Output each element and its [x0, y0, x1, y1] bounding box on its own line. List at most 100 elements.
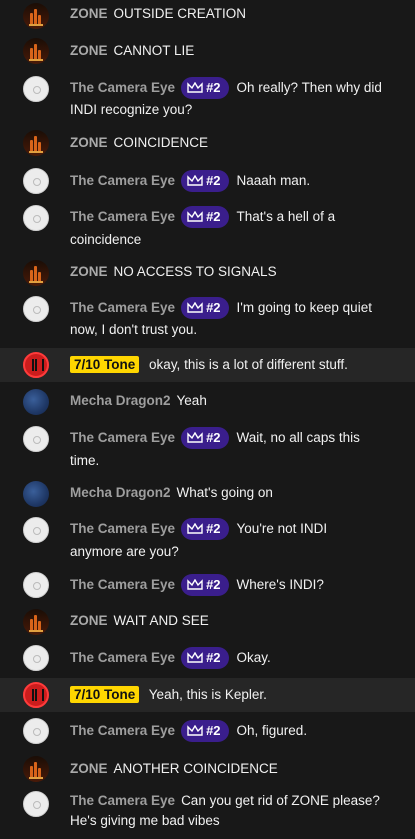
zone-avatar[interactable] [23, 38, 49, 64]
chat-message: The Camera Eye #2 I'm going to keep quiet … [0, 294, 415, 342]
crown-icon [187, 82, 203, 94]
crown-icon [187, 302, 203, 314]
author-name[interactable]: ZONE [70, 761, 108, 776]
chat-message: The Camera Eye #2 That's a hell of a coinc… [0, 203, 415, 251]
chat-message: ZONE COINCIDENCE [0, 128, 415, 158]
message-text: COINCIDENCE [113, 135, 209, 150]
message-text: That's a hell of a [236, 209, 336, 224]
message-text: Okay. [236, 650, 271, 665]
mecha-dragon-avatar[interactable] [23, 481, 49, 507]
camera-eye-avatar[interactable] [23, 645, 49, 671]
author-name[interactable]: ZONE [70, 264, 108, 279]
crown-icon [187, 523, 203, 535]
chat-message: The Camera Eye #2 You're not INDI anymore … [0, 515, 415, 563]
chat-message: The Camera Eye #2 Oh really? Then why did … [0, 74, 415, 122]
zone-avatar[interactable] [23, 3, 49, 29]
message-text: You're not INDI [236, 521, 328, 536]
chat-message: The Camera Eye #2 Naaah man. [0, 166, 415, 196]
member-badge: #2 [181, 574, 229, 597]
message-text: okay, this is a lot of different stuff. [149, 357, 348, 372]
author-name[interactable]: The Camera Eye [70, 209, 175, 224]
member-badge: #2 [181, 720, 229, 743]
message-text-continued: anymore are you? [70, 544, 179, 559]
camera-eye-avatar[interactable] [23, 791, 49, 817]
message-text: OUTSIDE CREATION [113, 6, 247, 21]
tone-avatar[interactable] [23, 352, 49, 378]
message-text: Naaah man. [236, 173, 311, 188]
zone-avatar[interactable] [23, 130, 49, 156]
chat-message: The Camera Eye Can you get rid of ZONE pl… [0, 789, 415, 837]
author-name[interactable]: ZONE [70, 6, 108, 21]
author-name[interactable]: The Camera Eye [70, 577, 175, 592]
chat-message: The Camera Eye #2 Where's INDI? [0, 570, 415, 600]
author-name[interactable]: The Camera Eye [70, 80, 175, 95]
owner-author-name[interactable]: 7/10 Tone [70, 686, 140, 703]
author-name[interactable]: ZONE [70, 43, 108, 58]
chat-message: The Camera Eye #2 Okay. [0, 643, 415, 673]
chat-message: ZONE WAIT AND SEE [0, 607, 415, 637]
author-name[interactable]: ZONE [70, 613, 108, 628]
member-badge: #2 [181, 427, 229, 450]
message-text-continued: INDI recognize you? [70, 102, 193, 117]
zone-avatar[interactable] [23, 260, 49, 286]
author-name[interactable]: The Camera Eye [70, 430, 175, 445]
crown-icon [187, 725, 203, 737]
camera-eye-avatar[interactable] [23, 517, 49, 543]
author-name[interactable]: ZONE [70, 135, 108, 150]
message-text: I'm going to keep quiet [236, 300, 372, 315]
author-name[interactable]: The Camera Eye [70, 521, 175, 536]
crown-icon [187, 175, 203, 187]
zone-avatar[interactable] [23, 756, 49, 782]
crown-icon [187, 652, 203, 664]
chat-message: ZONE CANNOT LIE [0, 36, 415, 66]
author-name[interactable]: The Camera Eye [70, 723, 175, 738]
zone-avatar[interactable] [23, 609, 49, 635]
crown-icon [187, 211, 203, 223]
author-name[interactable]: Mecha Dragon2 [70, 393, 171, 408]
camera-eye-avatar[interactable] [23, 572, 49, 598]
chat-message-highlighted: 7/10 Tone Yeah, this is Kepler. [0, 678, 415, 712]
crown-icon [187, 432, 203, 444]
camera-eye-avatar[interactable] [23, 718, 49, 744]
mecha-dragon-avatar[interactable] [23, 389, 49, 415]
chat-message: The Camera Eye #2 Wait, no all caps this t… [0, 424, 415, 472]
message-text: Yeah, this is Kepler. [148, 687, 267, 702]
tone-avatar[interactable] [23, 682, 49, 708]
message-text-continued: now, I don't trust you. [70, 322, 198, 337]
message-text-continued: He's giving me bad vibes [70, 813, 220, 828]
crown-icon [187, 579, 203, 591]
chat-message-highlighted: 7/10 Tone okay, this is a lot of differe… [0, 348, 415, 382]
member-badge: #2 [181, 170, 229, 193]
chat-message: The Camera Eye #2 Oh, figured. [0, 716, 415, 746]
member-badge: #2 [181, 206, 229, 229]
message-text: NO ACCESS TO SIGNALS [113, 264, 277, 279]
camera-eye-avatar[interactable] [23, 296, 49, 322]
message-text: Can you get rid of ZONE please? [181, 793, 380, 808]
owner-author-name[interactable]: 7/10 Tone [70, 356, 140, 373]
author-name[interactable]: The Camera Eye [70, 793, 175, 808]
chat-message: ZONE NO ACCESS TO SIGNALS [0, 258, 415, 288]
author-name[interactable]: The Camera Eye [70, 173, 175, 188]
message-text: Oh, figured. [236, 723, 308, 738]
chat-message: ZONE OUTSIDE CREATION [0, 0, 415, 32]
camera-eye-avatar[interactable] [23, 76, 49, 102]
chat-message: Mecha Dragon2 What's going on [0, 479, 415, 507]
message-text: WAIT AND SEE [113, 613, 209, 628]
message-text: What's going on [176, 485, 273, 500]
member-badge: #2 [181, 297, 229, 320]
author-name[interactable]: The Camera Eye [70, 300, 175, 315]
message-text: Yeah [176, 393, 207, 408]
camera-eye-avatar[interactable] [23, 168, 49, 194]
member-badge: #2 [181, 518, 229, 541]
message-text: Where's INDI? [236, 577, 324, 592]
message-text: ANOTHER COINCIDENCE [113, 761, 278, 776]
member-badge: #2 [181, 647, 229, 670]
live-chat-feed: ZONE OUTSIDE CREATION ZONE CANNOT LIE The … [0, 0, 415, 839]
message-text: CANNOT LIE [113, 43, 195, 58]
camera-eye-avatar[interactable] [23, 205, 49, 231]
message-text: Wait, no all caps this [236, 430, 360, 445]
author-name[interactable]: Mecha Dragon2 [70, 485, 171, 500]
author-name[interactable]: The Camera Eye [70, 650, 175, 665]
camera-eye-avatar[interactable] [23, 426, 49, 452]
message-text-continued: time. [70, 453, 100, 468]
